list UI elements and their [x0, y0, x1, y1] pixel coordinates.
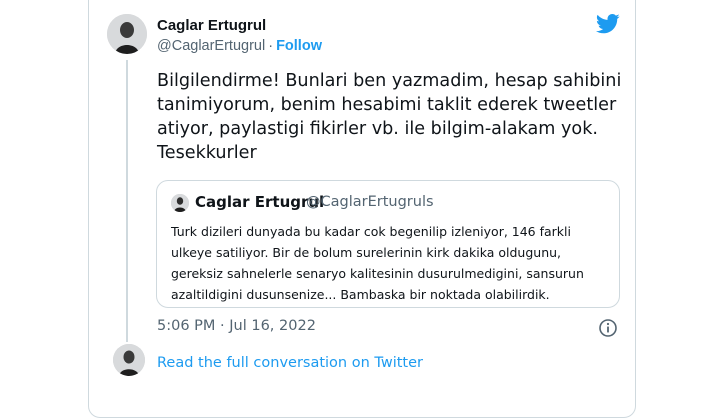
handle-row: @CaglarErtugrul · Follow	[157, 38, 322, 54]
quoted-author-handle: @CaglarErtugruls	[306, 194, 434, 210]
twitter-bird-icon[interactable]	[596, 14, 620, 38]
quoted-tweet-text: Turk dizileri dunyada bu kadar cok begen…	[171, 224, 584, 302]
quoted-author-avatar	[171, 194, 189, 212]
separator-dot: ·	[268, 38, 274, 54]
thread-line	[126, 60, 128, 342]
quoted-tweet[interactable]: Caglar Ertugrul @CaglarErtugruls Turk di…	[156, 180, 620, 308]
tweet-timestamp[interactable]: 5:06 PM · Jul 16, 2022	[157, 318, 316, 334]
quoted-author-name: Caglar Ertugrul	[195, 193, 325, 211]
author-name[interactable]: Caglar Ertugrul	[157, 17, 266, 34]
author-avatar[interactable]	[107, 14, 147, 54]
reply-avatar	[113, 344, 145, 376]
info-icon[interactable]	[598, 318, 618, 342]
author-handle[interactable]: @CaglarErtugrul	[157, 38, 265, 54]
read-full-conversation-link[interactable]: Read the full conversation on Twitter	[157, 355, 423, 371]
follow-button[interactable]: Follow	[276, 38, 322, 54]
tweet-text: Bilgilendirme! Bunlari ben yazmadim, hes…	[157, 71, 622, 163]
